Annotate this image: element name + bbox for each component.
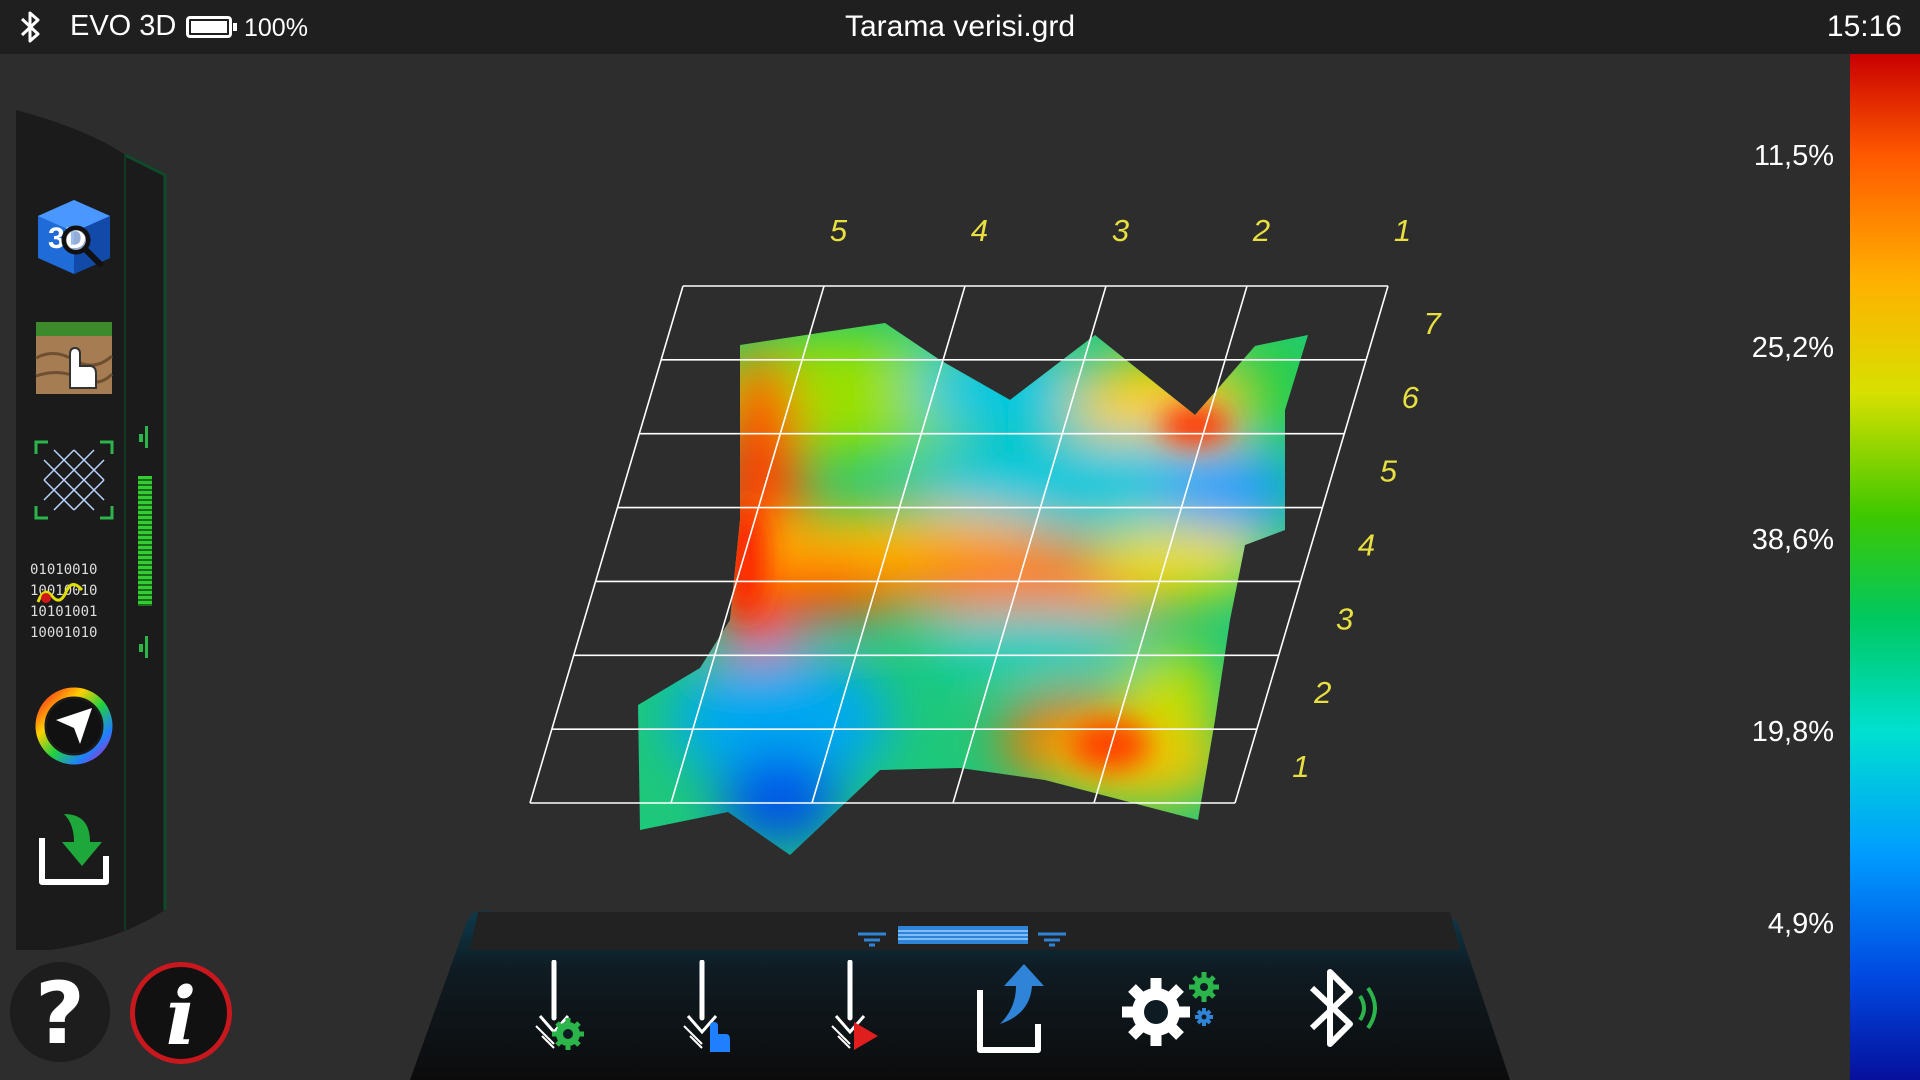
ground-scan-button[interactable] [34,318,114,398]
import-file-icon [39,814,109,885]
ground-touch-icon [35,322,114,394]
bluetooth-signal-icon [1309,969,1377,1047]
column-axis-labels: 5 4 3 2 1 [830,213,1411,248]
color-scale-bar [1850,54,1920,1080]
scale-label: 25,2% [1751,332,1834,364]
row-label: 2 [1313,675,1331,710]
probe-settings-icon [535,959,584,1050]
probe-auto-button[interactable] [804,959,904,1060]
binary-line: 10001010 [30,625,98,641]
column-label: 3 [1112,213,1129,248]
row-label: 4 [1358,528,1375,563]
level-bottom-marker [139,636,148,658]
scale-label: 4,9% [1767,908,1834,940]
color-palette-icon [35,687,113,765]
grid-icon [34,440,114,520]
3d-view-icon: 3D [38,200,110,274]
signal-level-meter [138,476,152,606]
settings-button[interactable] [1120,960,1220,1060]
probe-manual-icon [683,959,730,1052]
level-top-marker [139,426,148,448]
info-button[interactable]: i [130,962,232,1064]
probe-auto-icon [831,959,878,1050]
help-button[interactable]: ? [10,962,110,1064]
question-mark-icon: ? [35,964,85,1064]
row-label: 7 [1423,306,1442,341]
row-label: 5 [1380,454,1398,489]
row-axis-labels: 7 6 5 4 3 2 1 [1292,306,1442,784]
binary-data-button[interactable]: 01010010 10010010 10101001 10001010 [30,560,120,641]
scale-label: 19,8% [1751,716,1834,748]
signal-wave-icon [36,583,84,603]
settings-icon [1122,972,1219,1046]
column-label: 5 [830,213,848,248]
column-label: 1 [1394,213,1411,248]
grid-view-button[interactable] [34,440,114,520]
3d-view-button[interactable]: 3D [34,196,114,276]
row-label: 6 [1402,380,1420,415]
scale-label: 38,6% [1751,524,1834,556]
terrain-surface [638,323,1308,855]
column-label: 2 [1252,213,1270,248]
color-palette-button[interactable] [34,686,114,766]
import-file-button[interactable] [34,808,114,888]
share-button[interactable] [954,960,1054,1060]
3d-scan-plot[interactable]: 5 4 3 2 1 7 6 5 4 3 2 1 [0,0,1920,1080]
info-icon: i [165,969,197,1063]
scale-label: 11,5% [1753,140,1834,172]
probe-manual-button[interactable] [656,959,756,1060]
bluetooth-connect-button[interactable] [1300,960,1400,1060]
row-label: 1 [1292,749,1309,784]
share-icon [977,964,1044,1053]
left-toolbar: 3D 01010010 10010010 [0,100,170,950]
probe-settings-button[interactable] [510,959,610,1060]
binary-line: 01010010 [30,562,98,578]
column-label: 4 [971,213,988,248]
row-label: 3 [1336,601,1353,636]
